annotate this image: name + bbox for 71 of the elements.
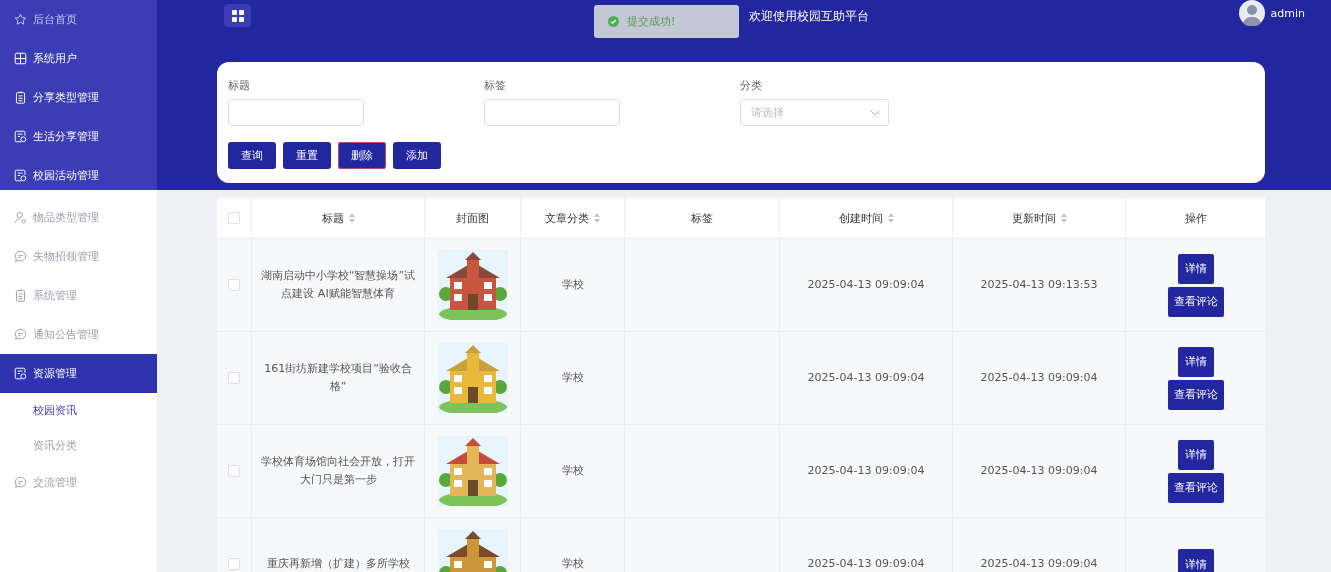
- date-cell-text: 2025-04-13 09:13:53: [980, 277, 1098, 294]
- field-label: 标题: [228, 78, 250, 93]
- column-header[interactable]: 操作: [1184, 210, 1207, 226]
- person-icon: [14, 211, 27, 224]
- checkbox[interactable]: [228, 212, 240, 224]
- sidebar-item[interactable]: 分享类型管理: [0, 78, 157, 117]
- title-cell-text: 学校体育场馆向社会开放，打开大门只是第一步: [260, 454, 416, 488]
- input-field[interactable]: [228, 99, 364, 126]
- row-action-button[interactable]: 查看评论: [1167, 286, 1224, 317]
- column-header[interactable]: 标题: [321, 210, 344, 226]
- column-header[interactable]: 文章分类: [545, 210, 589, 226]
- input-field[interactable]: [484, 99, 620, 126]
- sidebar-item[interactable]: 资源管理: [0, 354, 157, 393]
- category-cell-text: 学校: [561, 556, 584, 572]
- date-cell-text: 2025-04-13 09:09:04: [807, 277, 925, 294]
- sort-icon[interactable]: [594, 213, 600, 223]
- header-title: 欢迎使用校园互助平台: [749, 8, 869, 25]
- action-button[interactable]: 删除: [338, 142, 386, 169]
- sidebar-subitem[interactable]: 校园资讯: [0, 393, 157, 428]
- check-icon: [608, 16, 619, 27]
- chat-icon: [14, 328, 27, 341]
- action-button[interactable]: 重置: [283, 142, 331, 169]
- column-header[interactable]: 更新时间: [1011, 210, 1056, 226]
- column-header[interactable]: 标签: [691, 210, 713, 226]
- menu-button[interactable]: [224, 4, 251, 27]
- category-cell-text: 学校: [561, 277, 584, 294]
- field-label: 分类: [740, 78, 762, 93]
- chevron-down-icon: [870, 109, 880, 116]
- checkbox[interactable]: [228, 465, 240, 477]
- sidebar-item[interactable]: 后台首页: [0, 0, 157, 39]
- toast-message: 提交成功!: [627, 14, 676, 29]
- sidebar-item[interactable]: 生活分享管理: [0, 117, 157, 156]
- row-action-button[interactable]: 查看评论: [1167, 379, 1224, 410]
- sidebar-item[interactable]: 校园活动管理: [0, 156, 157, 195]
- row-action-button[interactable]: 详情: [1177, 253, 1214, 284]
- sort-icon[interactable]: [348, 213, 355, 223]
- checkbox[interactable]: [228, 558, 240, 570]
- grid-icon: [231, 9, 244, 22]
- date-cell-text: 2025-04-13 09:09:04: [807, 463, 925, 480]
- sort-icon[interactable]: [887, 213, 894, 223]
- category-cell-text: 学校: [561, 370, 584, 387]
- title-cell-text: 161街坊新建学校项目“验收合格”: [263, 361, 413, 395]
- date-cell-text: 2025-04-13 09:09:04: [980, 463, 1098, 480]
- clip-icon: [14, 91, 27, 104]
- action-button[interactable]: 添加: [393, 142, 441, 169]
- checkbox[interactable]: [228, 372, 240, 384]
- title-cell-text: 湖南启动中小学校“智慧操场”试点建设 AI赋能智慧体育: [260, 268, 416, 302]
- field-label: 标签: [484, 78, 506, 93]
- avatar-icon: [1238, 0, 1265, 26]
- date-cell-text: 2025-04-13 09:09:04: [980, 556, 1098, 572]
- date-cell-text: 2025-04-13 09:09:04: [980, 370, 1098, 387]
- chat-icon: [14, 250, 27, 263]
- clip-icon: [14, 289, 27, 302]
- column-header[interactable]: 创建时间: [838, 210, 883, 226]
- row-action-button[interactable]: 详情: [1177, 346, 1214, 377]
- checkbox[interactable]: [228, 279, 240, 291]
- row-action-button[interactable]: 详情: [1177, 549, 1214, 572]
- row-action-button[interactable]: 查看评论: [1167, 472, 1224, 503]
- date-cell-text: 2025-04-13 09:09:04: [807, 370, 925, 387]
- user-name: admin: [1270, 6, 1305, 20]
- date-cell-text: 2025-04-13 09:09:04: [807, 556, 925, 572]
- sort-icon[interactable]: [1060, 213, 1067, 223]
- sidebar-item[interactable]: 系统用户: [0, 39, 157, 78]
- action-button[interactable]: 查询: [228, 142, 276, 169]
- column-header[interactable]: 封面图: [456, 210, 489, 226]
- chat-icon: [14, 476, 27, 489]
- title-cell-text: 重庆再新增（扩建）多所学校: [266, 556, 410, 572]
- grid-icon: [14, 52, 27, 65]
- row-action-button[interactable]: 详情: [1177, 439, 1214, 470]
- star-icon: [14, 13, 27, 26]
- category-cell-text: 学校: [561, 463, 584, 480]
